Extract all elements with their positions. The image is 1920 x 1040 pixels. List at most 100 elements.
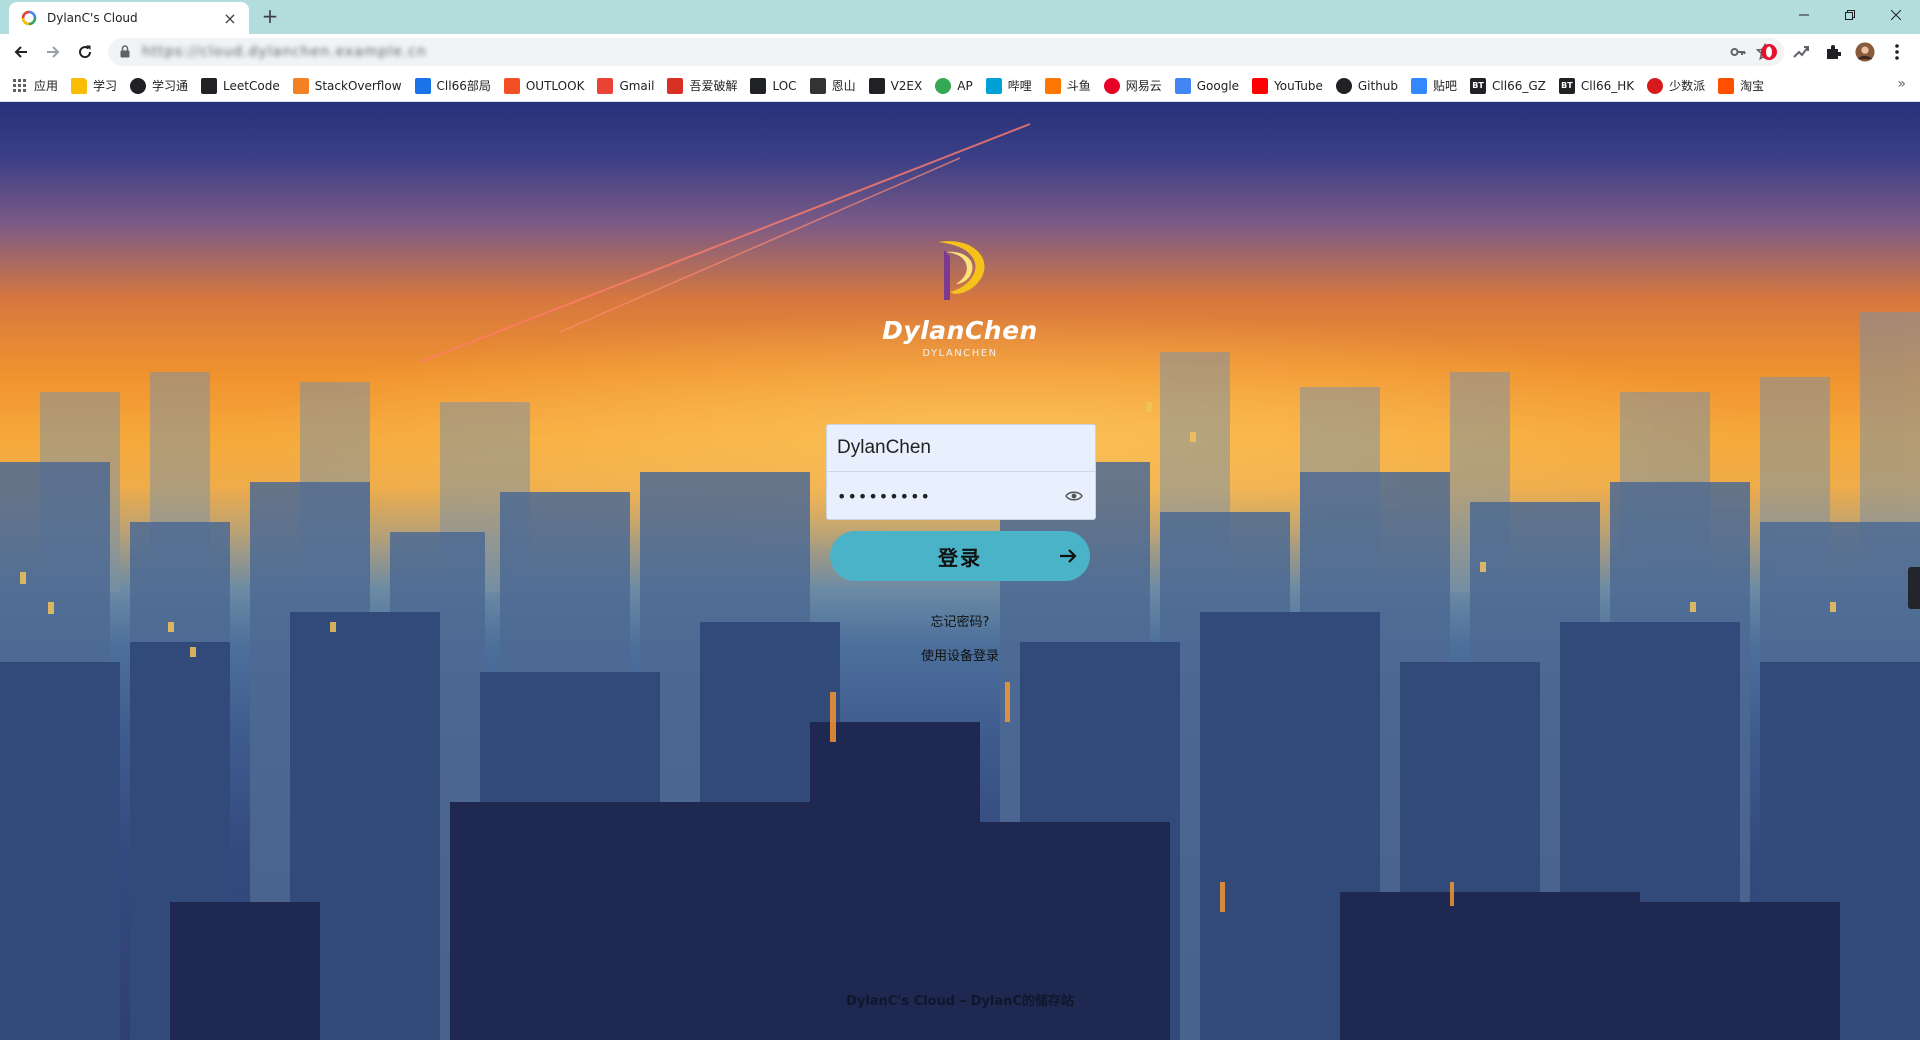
- username-input[interactable]: [827, 425, 1095, 472]
- restore-button[interactable]: [1827, 0, 1873, 30]
- bookmark-item[interactable]: OUTLOOK: [503, 72, 592, 100]
- v2ex-icon: [868, 77, 885, 94]
- sync-extension-icon[interactable]: [1791, 42, 1811, 62]
- bookmark-label: Cll66部局: [436, 79, 491, 93]
- arrow-left-icon: [14, 46, 27, 58]
- bookmark-item[interactable]: 网易云: [1103, 72, 1169, 100]
- dylanchen-logo: DylanChen DYLANCHEN: [880, 230, 1040, 380]
- key-icon[interactable]: [1730, 44, 1746, 60]
- bookmark-label: AP: [957, 78, 973, 93]
- bracket-icon: [414, 77, 431, 94]
- bookmark-item[interactable]: Cll66部局: [414, 72, 498, 100]
- browser-tab[interactable]: DylanC's Cloud ×: [9, 2, 249, 34]
- bookmark-item[interactable]: Github: [1335, 72, 1405, 100]
- d-swoosh-logo-icon: [938, 241, 985, 300]
- login-form: [826, 424, 1096, 520]
- address-bar[interactable]: https://cloud.dylanchen.example.cn: [108, 38, 1784, 66]
- douyu-icon: [1044, 77, 1061, 94]
- bookmark-label: LeetCode: [223, 78, 280, 93]
- gmail-icon: [597, 77, 614, 94]
- side-panel-handle[interactable]: [1908, 567, 1920, 609]
- google-icon: [1174, 77, 1191, 94]
- reload-button[interactable]: [74, 41, 96, 63]
- bookmark-item[interactable]: LeetCode: [201, 72, 287, 100]
- bookmark-item[interactable]: 斗鱼: [1044, 72, 1098, 100]
- opera-extension-icon[interactable]: [1759, 42, 1779, 62]
- tab-strip: DylanC's Cloud × +: [0, 0, 1920, 34]
- back-button[interactable]: [10, 41, 32, 63]
- bilibili-icon: [985, 77, 1002, 94]
- bookmark-label: 吾爱破解: [689, 79, 738, 93]
- browser-menu-icon[interactable]: [1887, 42, 1907, 62]
- show-password-eye-icon[interactable]: [1065, 489, 1083, 503]
- tab-close-icon[interactable]: ×: [221, 9, 239, 28]
- github-icon: [1335, 77, 1352, 94]
- password-input[interactable]: [827, 473, 1095, 520]
- browser-toolbar: https://cloud.dylanchen.example.cn: [0, 34, 1920, 70]
- bookmark-label: V2EX: [890, 78, 923, 93]
- shield-icon: [750, 77, 767, 94]
- bookmark-label: 少数派: [1669, 79, 1706, 93]
- bookmark-label: 学习通: [152, 79, 189, 93]
- bookmark-item[interactable]: BT Cll66_GZ: [1470, 72, 1553, 100]
- bookmark-item[interactable]: V2EX: [868, 72, 930, 100]
- forward-button[interactable]: [42, 41, 64, 63]
- reload-icon: [79, 45, 92, 59]
- login-button-label: 登录: [938, 547, 982, 570]
- bookmark-label: Cll66_GZ: [1492, 78, 1546, 93]
- bookmark-label: Github: [1357, 78, 1399, 93]
- tab-title: DylanC's Cloud: [47, 11, 138, 25]
- bookmark-label: Google: [1196, 78, 1240, 93]
- netease-music-icon: [1103, 77, 1120, 94]
- more-bookmarks-chevron-icon[interactable]: »: [1897, 76, 1906, 92]
- bookmark-label: 网易云: [1125, 79, 1162, 93]
- bookmark-item[interactable]: 应用: [12, 72, 65, 100]
- bt-icon: BT: [1558, 77, 1575, 94]
- tieba-icon: [1411, 77, 1428, 94]
- bookmark-label: 恩山: [831, 79, 856, 93]
- bookmark-label: 哔哩: [1007, 79, 1032, 93]
- bookmark-item[interactable]: LOC: [750, 72, 803, 100]
- bookmark-label: StackOverflow: [314, 78, 402, 93]
- profile-avatar[interactable]: [1855, 42, 1875, 62]
- bookmark-item[interactable]: 贴吧: [1411, 72, 1464, 100]
- bookmarks-bar: 应用 学习 学习通 LeetCode StackOverflow Cll66部局 OUTLO…: [0, 70, 1920, 102]
- bookmark-item[interactable]: 学习通: [130, 72, 195, 100]
- close-window-button[interactable]: [1873, 0, 1919, 30]
- taobao-icon: [1718, 77, 1735, 94]
- ap-icon: [935, 77, 952, 94]
- bookmark-item[interactable]: Gmail: [597, 72, 661, 100]
- forgot-password-link[interactable]: 忘记密码?: [860, 611, 1060, 630]
- bookmark-label: 贴吧: [1433, 79, 1458, 93]
- bookmark-item[interactable]: 淘宝: [1718, 72, 1771, 100]
- bookmark-item[interactable]: BT Cll66_HK: [1558, 72, 1641, 100]
- bookmark-item[interactable]: 学习: [71, 72, 124, 100]
- stackoverflow-icon: [292, 77, 309, 94]
- folder-icon: [71, 77, 88, 94]
- bookmark-item[interactable]: AP: [935, 72, 979, 100]
- login-button[interactable]: 登录: [830, 531, 1090, 581]
- bookmark-label: 淘宝: [1740, 79, 1765, 93]
- arrow-right-icon: [1060, 549, 1077, 563]
- device-login-link[interactable]: 使用设备登录: [860, 645, 1060, 664]
- sspai-icon: [1647, 77, 1664, 94]
- bookmark-item[interactable]: 恩山: [809, 72, 863, 100]
- minimize-button[interactable]: [1781, 0, 1827, 30]
- bookmark-label: OUTLOOK: [525, 78, 585, 93]
- logo-brand-text: DylanChen: [882, 316, 1038, 345]
- bookmark-label: Cll66_HK: [1580, 78, 1635, 93]
- bookmark-item[interactable]: StackOverflow: [292, 72, 409, 100]
- bookmark-item[interactable]: 哔哩: [985, 72, 1039, 100]
- bookmark-item[interactable]: 少数派: [1647, 72, 1712, 100]
- bookmark-item[interactable]: YouTube: [1252, 72, 1330, 100]
- bookmark-label: YouTube: [1274, 78, 1323, 93]
- bookmark-label: LOC: [772, 78, 797, 93]
- page-footer: DylanC's Cloud – DylanC的储存站: [846, 994, 1074, 1009]
- bookmark-item[interactable]: Google: [1174, 72, 1246, 100]
- new-tab-button[interactable]: +: [260, 6, 280, 28]
- extensions-puzzle-icon[interactable]: [1823, 42, 1843, 62]
- bookmark-item[interactable]: 吾爱破解: [667, 72, 744, 100]
- bookmark-label: 斗鱼: [1066, 79, 1091, 93]
- login-page: DylanChen DYLANCHEN 登录 忘记密码? 使用设备登录 Dyla…: [0, 102, 1920, 1040]
- wuai-icon: [667, 77, 684, 94]
